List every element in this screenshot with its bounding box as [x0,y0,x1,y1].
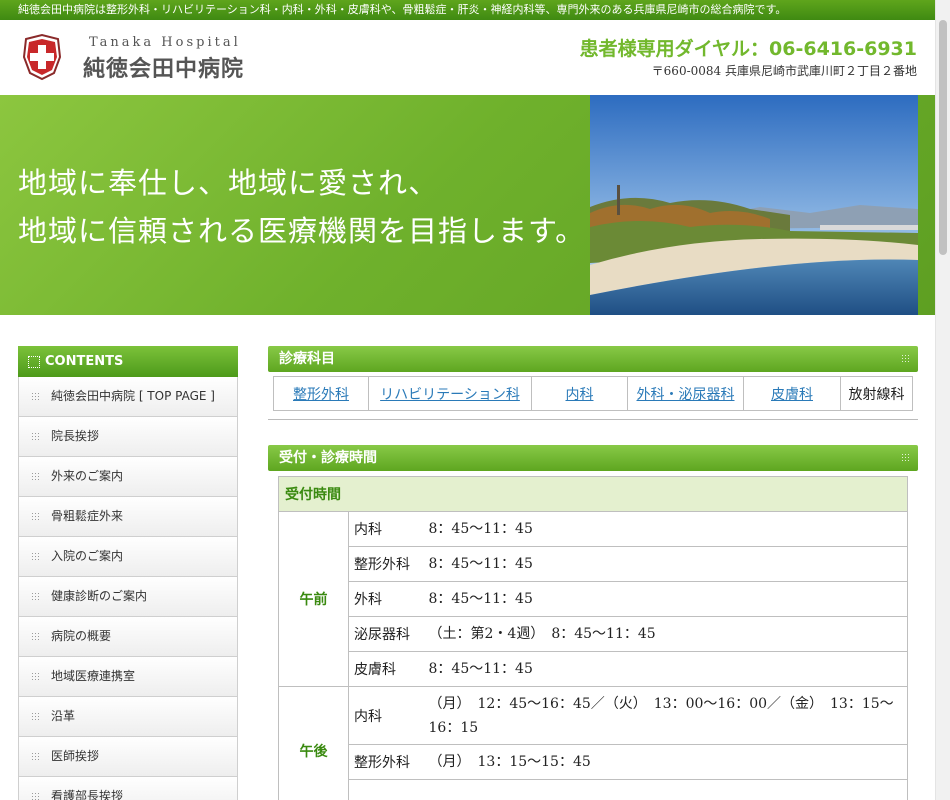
departments-list: 整形外科 リハビリテーション科 内科 外科・泌尿器科 皮膚科 放射線科 [268,376,918,420]
dotted-bullet-icon [31,792,41,800]
sidebar-item-nursing-director-greeting[interactable]: 看護部長挨拶 [18,777,238,800]
hospital-cross-logo-icon[interactable] [20,33,64,81]
sidebar-item-label: 看護部長挨拶 [51,789,124,800]
sidebar-item-regional-liaison[interactable]: 地域医療連携室 [18,657,238,697]
sidebar-contents: CONTENTS 純徳会田中病院 [ TOP PAGE ] 院長挨拶 外来のご案… [18,346,238,800]
sidebar-item-osteoporosis-clinic[interactable]: 骨粗鬆症外来 [18,497,238,537]
departments-heading: 診療科目 [268,346,918,372]
page-scrollbar[interactable] [935,0,950,800]
hours-heading-label: 受付・診療時間 [279,450,377,466]
dotted-bullet-icon [31,592,41,601]
reception-hours-caption: 受付時間 [278,476,908,512]
dept-link-dermatology[interactable]: 皮膚科 [771,387,813,403]
hours-dept-cut-off [348,779,423,800]
dept-cell: 外科・泌尿器科 [627,376,744,411]
dept-cell: リハビリテーション科 [368,376,532,411]
dotted-bullet-icon [31,432,41,441]
hours-time: （月） 12：45〜16：45／（火） 13：00〜16：00／（金） 13：1… [422,686,908,745]
hours-dept: 整形外科 [348,744,423,780]
sidebar-item-label: 健康診断のご案内 [51,589,148,603]
sidebar-item-director-greeting[interactable]: 院長挨拶 [18,417,238,457]
dept-link-orthopedics[interactable]: 整形外科 [293,387,349,403]
sidebar-item-label: 医師挨拶 [51,749,100,763]
logo-english-name[interactable]: Tanaka Hospital [89,35,241,50]
sidebar-item-label: 地域医療連携室 [51,669,136,683]
sidebar-item-label: 入院のご案内 [51,549,124,563]
hours-time-cut-off [422,779,908,800]
hours-time: 8：45〜11：45 [422,511,908,547]
dotted-grip-icon [901,354,911,364]
sidebar-item-admission-info[interactable]: 入院のご案内 [18,537,238,577]
site-description-strip: 純徳会田中病院は整形外科・リハビリテーション科・内科・外科・皮膚科や、骨粗鬆症・… [0,0,935,20]
sidebar-item-top-page[interactable]: 純徳会田中病院 [ TOP PAGE ] [18,377,238,417]
river-landscape-photo [590,95,918,315]
sidebar-title: CONTENTS [18,346,238,377]
sidebar-item-doctor-greeting[interactable]: 医師挨拶 [18,737,238,777]
dotted-bullet-icon [31,552,41,561]
grid-square-icon [28,356,40,368]
hours-dept: 内科 [348,686,423,745]
hours-section: 受付・診療時間 受付時間 午前 内科 8：45〜11：45 整形外科 8：45〜… [268,445,918,800]
dept-cell: 皮膚科 [743,376,841,411]
dotted-bullet-icon [31,392,41,401]
hours-time: 8：45〜11：45 [422,546,908,582]
dept-cell: 内科 [531,376,628,411]
hours-time: 8：45〜11：45 [422,651,908,687]
dept-link-surgery-urology[interactable]: 外科・泌尿器科 [637,387,735,403]
hero-slogan-line-2: 地域に信頼される医療機関を目指します。 [18,214,586,248]
morning-label: 午前 [278,511,349,687]
sidebar-title-label: CONTENTS [45,354,124,369]
sidebar-item-health-checkup[interactable]: 健康診断のご案内 [18,577,238,617]
sidebar-item-label: 骨粗鬆症外来 [51,509,124,523]
dotted-bullet-icon [31,752,41,761]
hours-dept: 整形外科 [348,546,423,582]
departments-table: 整形外科 リハビリテーション科 内科 外科・泌尿器科 皮膚科 放射線科 [273,376,913,411]
afternoon-label: 午後 [278,686,349,800]
logo-japanese-name[interactable]: 純徳会田中病院 [83,51,244,83]
dotted-bullet-icon [31,512,41,521]
site-header: Tanaka Hospital 純徳会田中病院 患者様専用ダイヤル：06-641… [0,20,935,95]
hours-dept: 皮膚科 [348,651,423,687]
main-content: 診療科目 整形外科 リハビリテーション科 内科 外科・泌尿器科 皮膚科 放射線科… [268,346,918,800]
hours-heading: 受付・診療時間 [268,445,918,471]
hours-dept: 内科 [348,511,423,547]
sidebar-item-label: 院長挨拶 [51,429,100,443]
hero-slogan: 地域に奉仕し、地域に愛され、 地域に信頼される医療機関を目指します。 [18,159,585,255]
sidebar-item-label: 病院の概要 [51,629,112,643]
sidebar-item-label: 純徳会田中病院 [ TOP PAGE ] [51,389,215,403]
hero-banner: 地域に奉仕し、地域に愛され、 地域に信頼される医療機関を目指します。 [0,95,935,315]
sidebar-item-history[interactable]: 沿革 [18,697,238,737]
sidebar-item-hospital-overview[interactable]: 病院の概要 [18,617,238,657]
dotted-bullet-icon [31,712,41,721]
hours-time: （土：第2・4週） 8：45〜11：45 [422,616,908,652]
sidebar-item-label: 沿革 [51,709,76,723]
dept-cell-radiology: 放射線科 [840,376,913,411]
hero-slogan-line-1: 地域に奉仕し、地域に愛され、 [18,166,439,200]
dotted-bullet-icon [31,632,41,641]
sidebar-item-label: 外来のご案内 [51,469,124,483]
hours-dept: 外科 [348,581,423,617]
dotted-bullet-icon [31,472,41,481]
dotted-bullet-icon [31,672,41,681]
departments-heading-label: 診療科目 [279,351,335,367]
dotted-grip-icon [901,453,911,463]
hours-time: 8：45〜11：45 [422,581,908,617]
sidebar-item-outpatient-info[interactable]: 外来のご案内 [18,457,238,497]
scrollbar-thumb[interactable] [939,20,947,255]
hospital-address: 〒660-0084 兵庫県尼崎市武庫川町２丁目２番地 [651,64,917,78]
dept-link-rehabilitation[interactable]: リハビリテーション科 [380,387,520,403]
patient-phone-number: 患者様専用ダイヤル：06-6416-6931 [579,38,917,60]
hours-dept: 泌尿器科 [348,616,423,652]
dept-cell: 整形外科 [273,376,369,411]
reception-hours-table: 受付時間 午前 内科 8：45〜11：45 整形外科 8：45〜11：45 外科… [278,476,908,800]
dept-link-internal-medicine[interactable]: 内科 [566,387,594,403]
hours-time: （月） 13：15〜15：45 [422,744,908,780]
